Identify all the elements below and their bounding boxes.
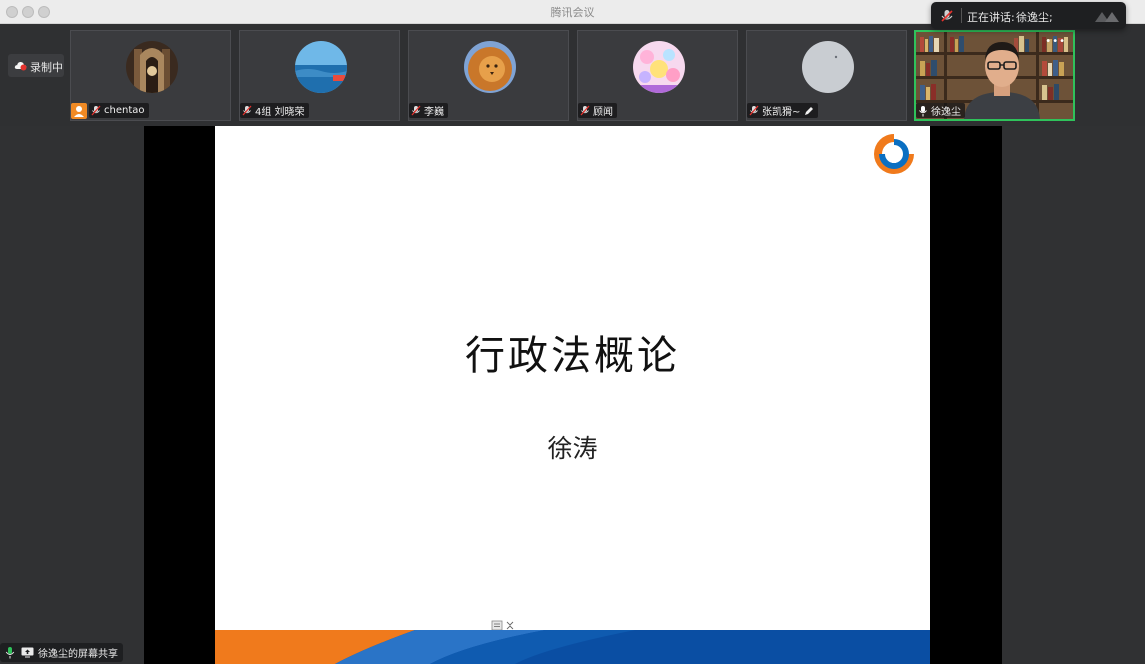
host-badge-icon — [71, 102, 87, 119]
participant-tile[interactable]: chentao — [70, 30, 231, 121]
meeting-window: 腾讯会议 录制中 chentao 4组 刘晓荣 李巍 顾闻 张凯猾~ ••• 徐… — [0, 0, 1145, 664]
participant-name: chentao — [104, 105, 145, 116]
screen-share-indicator[interactable]: 徐逸尘的屏幕共享 — [0, 643, 123, 662]
slide-title: 行政法概论 — [465, 333, 680, 379]
slide-footer-band — [215, 630, 930, 664]
avatar — [464, 41, 516, 93]
mic-on-icon — [5, 647, 15, 659]
mic-muted-icon — [411, 105, 421, 115]
more-options-icon[interactable]: ••• — [1045, 36, 1066, 47]
participant-name: 李巍 — [424, 107, 444, 118]
slide-author: 徐涛 — [547, 434, 598, 463]
screen-share-icon — [21, 647, 34, 658]
mic-muted-icon — [749, 105, 759, 115]
participant-strip: 录制中 chentao 4组 刘晓荣 李巍 顾闻 张凯猾~ ••• 徐逸尘 — [0, 25, 1145, 126]
mic-muted-icon — [91, 105, 101, 115]
avatar — [295, 41, 347, 93]
speaking-label: 正在讲话: — [967, 11, 1015, 24]
mic-muted-icon — [242, 105, 252, 115]
participant-name: 张凯猾~ — [762, 107, 801, 118]
participant-name: 顾闻 — [593, 107, 613, 118]
participant-tile[interactable]: 张凯猾~ — [746, 30, 907, 121]
avatar — [126, 41, 178, 93]
shared-slide: 行政法概论 徐涛 — [215, 126, 930, 664]
mic-on-icon — [919, 105, 927, 116]
speaking-indicator: 正在讲话: 徐逸尘; — [931, 2, 1126, 29]
recording-label: 录制中 — [30, 61, 63, 74]
screen-share-label: 徐逸尘的屏幕共享 — [38, 649, 118, 660]
mic-muted-icon — [941, 10, 953, 22]
pencil-icon — [805, 106, 814, 115]
university-logo-icon — [871, 131, 917, 178]
avatar — [802, 41, 854, 93]
divider — [961, 8, 962, 23]
participant-tile[interactable]: 4组 刘晓荣 — [239, 30, 400, 121]
mic-muted-icon — [580, 105, 590, 115]
speaking-name: 徐逸尘; — [1016, 11, 1053, 24]
participant-name: 徐逸尘 — [931, 107, 961, 118]
avatar — [633, 41, 685, 93]
expand-icon[interactable] — [1093, 8, 1121, 24]
participant-name: 4组 刘晓荣 — [255, 107, 305, 118]
participant-tile[interactable]: 顾闻 — [577, 30, 738, 121]
participant-tile[interactable]: 李巍 — [408, 30, 569, 121]
recording-cloud-icon — [14, 62, 27, 71]
recording-indicator[interactable]: 录制中 — [8, 54, 64, 77]
participant-tile-active[interactable]: ••• 徐逸尘 — [914, 30, 1075, 121]
